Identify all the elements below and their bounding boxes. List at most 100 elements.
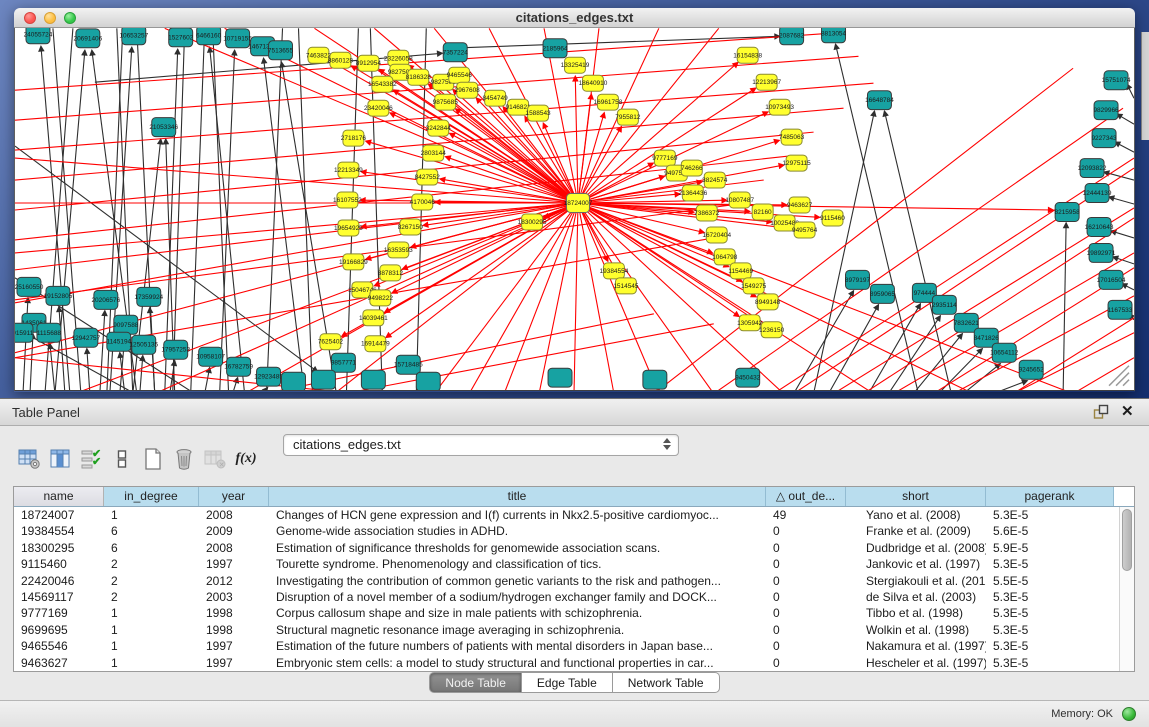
network-node[interactable]: 2185964 — [542, 39, 568, 58]
network-node[interactable]: 16210643 — [1085, 217, 1114, 236]
network-node[interactable]: 12923485 — [254, 367, 283, 386]
tab-node-table[interactable]: Node Table — [429, 672, 522, 693]
network-node[interactable] — [282, 372, 306, 391]
network-node[interactable]: 3824574 — [702, 172, 728, 188]
network-node[interactable]: 16782759 — [224, 357, 253, 376]
network-node[interactable]: 1514545 — [613, 278, 639, 294]
network-node[interactable]: 16914479 — [361, 336, 390, 352]
selection-mode-icon[interactable]: ✔✔ — [78, 446, 104, 472]
network-node[interactable] — [416, 372, 440, 391]
network-node[interactable]: 16107552 — [333, 192, 362, 208]
network-node[interactable]: 2087682 — [779, 28, 805, 45]
network-canvas[interactable]: 2405572420691406106532571527602646616010… — [14, 28, 1135, 391]
network-node[interactable]: 19152805 — [44, 286, 73, 305]
network-node[interactable]: 2803144 — [421, 145, 447, 161]
network-node[interactable]: 12093822 — [1078, 159, 1107, 178]
create-column-icon[interactable] — [140, 446, 166, 472]
table-row[interactable]: 969969511998Structural magnetic resonanc… — [14, 622, 1134, 638]
network-node[interactable]: 12942757 — [71, 328, 100, 347]
table-row[interactable]: 911546021997Tourette syndrome. Phenomeno… — [14, 556, 1134, 572]
network-node[interactable]: 15718485 — [394, 355, 423, 374]
delete-columns-icon[interactable] — [171, 446, 197, 472]
network-node[interactable]: 3242844 — [426, 120, 452, 136]
network-node[interactable]: 14039461 — [359, 310, 388, 326]
network-node[interactable]: 1115688 — [37, 323, 62, 342]
network-node[interactable]: 24055724 — [24, 28, 53, 44]
network-node[interactable]: 82160 — [752, 204, 773, 220]
network-node[interactable]: 16648784 — [865, 91, 894, 110]
network-node[interactable]: 18300295 — [518, 214, 547, 230]
tab-network-table[interactable]: Network Table — [613, 672, 720, 693]
network-node[interactable]: 9115460 — [820, 210, 845, 226]
column-header-pagerank[interactable]: pagerank — [986, 487, 1114, 506]
network-node[interactable]: 10654112 — [990, 343, 1019, 362]
network-node[interactable]: 1527602 — [168, 28, 194, 47]
network-node[interactable]: 10958107 — [196, 347, 225, 366]
table-row[interactable]: 977716911998Corpus callosum shape and si… — [14, 605, 1134, 621]
network-node[interactable]: 9463627 — [787, 197, 813, 213]
network-node[interactable]: 9857771 — [331, 353, 357, 372]
network-node[interactable]: 18640910 — [579, 75, 608, 91]
network-node[interactable]: 25160550 — [15, 277, 44, 296]
column-header-in_degree[interactable]: in_degree — [104, 487, 199, 506]
network-node[interactable]: 23420046 — [364, 100, 393, 116]
table-row[interactable]: 2242004622012Investigating the contribut… — [14, 573, 1134, 589]
network-node[interactable]: 3915911 — [15, 323, 34, 342]
window-resize-grip[interactable] — [1109, 366, 1129, 386]
window-close-button[interactable] — [24, 12, 36, 24]
network-node[interactable]: 19892971 — [1087, 243, 1116, 262]
network-node[interactable]: 20206576 — [91, 290, 120, 309]
network-node[interactable]: 9097588 — [113, 315, 139, 334]
close-panel-icon[interactable]: ✕ — [1121, 404, 1137, 420]
network-node[interactable]: 20691406 — [73, 29, 102, 48]
window-titlebar[interactable]: citations_edges.txt — [14, 8, 1135, 28]
network-node[interactable]: 10807487 — [725, 192, 754, 208]
network-node[interactable]: 1167533 — [1108, 300, 1133, 319]
column-header-title[interactable]: title — [269, 487, 766, 506]
network-node[interactable]: 746266 — [681, 160, 703, 176]
network-node[interactable]: 16154838 — [733, 47, 762, 63]
network-node[interactable]: 8860128 — [328, 52, 354, 68]
table-scrollbar-thumb[interactable] — [1122, 509, 1132, 571]
network-node[interactable]: 1588543 — [525, 105, 551, 121]
network-node[interactable]: 8959065 — [870, 284, 896, 303]
network-node[interactable]: 8979197 — [845, 270, 871, 289]
network-node[interactable]: 9245652 — [1019, 360, 1045, 379]
network-node[interactable]: 8813054 — [821, 28, 847, 43]
network-node[interactable]: 2718176 — [341, 130, 367, 146]
network-node[interactable]: 9777169 — [652, 150, 678, 166]
network-node[interactable]: 1154469 — [728, 263, 753, 279]
network-node[interactable]: 13325419 — [561, 57, 590, 73]
column-header-year[interactable]: year — [199, 487, 269, 506]
network-node[interactable]: 9495764 — [792, 222, 818, 238]
network-node[interactable]: 4170046 — [410, 194, 436, 210]
network-node[interactable]: 8878312 — [378, 265, 404, 281]
network-node[interactable]: 9498222 — [368, 290, 394, 306]
network-node[interactable]: 12213967 — [752, 74, 781, 90]
memory-status-led[interactable] — [1122, 707, 1136, 721]
table-row[interactable]: 1938455462009Genome-wide association stu… — [14, 523, 1134, 539]
network-node[interactable]: 1145194 — [106, 332, 131, 351]
network-node[interactable]: 1236150 — [759, 322, 785, 338]
network-node[interactable]: 8186328 — [406, 69, 432, 85]
table-row[interactable]: 1456911722003Disruption of a novel membe… — [14, 589, 1134, 605]
table-row[interactable]: 946362711997Embryonic stem cells: a mode… — [14, 655, 1134, 671]
network-node[interactable]: 8949148 — [755, 294, 781, 310]
network-node[interactable]: 19166829 — [339, 254, 368, 270]
network-node[interactable]: 7625402 — [318, 334, 344, 350]
network-node[interactable]: 9829966 — [1093, 101, 1119, 120]
network-node[interactable]: 9465546 — [447, 67, 473, 83]
row-height-icon[interactable] — [109, 446, 135, 472]
network-node[interactable]: 1549275 — [741, 278, 767, 294]
network-node[interactable]: 12975115 — [782, 155, 811, 171]
network-node[interactable]: 2967608 — [455, 82, 481, 98]
window-minimize-button[interactable] — [44, 12, 56, 24]
network-node[interactable] — [548, 368, 572, 387]
network-node[interactable]: 7955812 — [615, 109, 641, 125]
network-node[interactable]: 9875685 — [433, 94, 459, 110]
network-node[interactable]: 12505135 — [129, 335, 158, 354]
network-node[interactable]: 9227343 — [1091, 129, 1117, 148]
window-zoom-button[interactable] — [64, 12, 76, 24]
network-node[interactable]: 8427552 — [415, 169, 441, 185]
network-node[interactable]: 7357224 — [443, 43, 469, 62]
